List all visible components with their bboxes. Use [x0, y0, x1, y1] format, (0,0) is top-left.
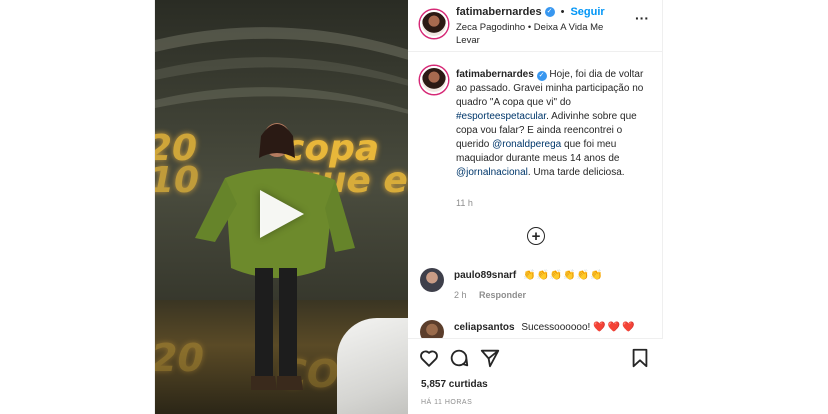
comment-emoji: ❤️❤️❤️ — [593, 322, 637, 333]
verified-badge-icon: ✓ — [536, 71, 547, 81]
comment-body: celiapsantos Sucessoooooo! ❤️❤️❤️ — [454, 322, 636, 333]
mention-link[interactable]: @jornalnacional — [456, 167, 528, 178]
post-timestamp: HÁ 11 HORAS — [421, 399, 473, 406]
username[interactable]: fatimabernardes — [456, 6, 542, 18]
separator-dot: • — [560, 6, 565, 18]
like-heart-icon[interactable] — [418, 347, 440, 369]
post-header: fatimabernardes ✓ • Seguir Zeca Pagodinh… — [408, 0, 663, 52]
hashtag-link[interactable]: #esporteespetacular — [456, 111, 546, 122]
load-more-comments-icon[interactable]: + — [527, 227, 545, 245]
post-details-panel: fatimabernardes ✓ • Seguir Zeca Pagodinh… — [408, 0, 663, 414]
comment-body: paulo89snarf 👏👏👏👏👏👏 — [454, 270, 604, 281]
presenter-figure — [195, 123, 355, 390]
comment-bubble-icon[interactable] — [448, 347, 470, 369]
caption-timestamp: 11 h — [456, 198, 473, 208]
save-bookmark-icon[interactable] — [629, 347, 651, 369]
avatar[interactable] — [420, 10, 448, 38]
comment-text: Sucessoooooo! — [521, 322, 591, 333]
share-paper-plane-icon[interactable] — [479, 347, 501, 369]
likes-count[interactable]: 5,857 curtidas — [421, 379, 488, 390]
avatar[interactable] — [420, 268, 444, 292]
comment-text: 👏👏👏👏👏👏 — [523, 270, 604, 281]
header-user-row: fatimabernardes ✓ • Seguir — [456, 6, 605, 18]
play-icon[interactable] — [260, 190, 304, 238]
avatar[interactable] — [420, 66, 448, 94]
post-video[interactable]: 20 copa 10 que eu v 20 CO — [155, 0, 408, 414]
reply-button[interactable]: Responder — [479, 290, 526, 300]
comment-time: 2 h — [454, 290, 467, 300]
caption-text: fatimabernardes ✓ Hoje, foi dia de volta… — [456, 68, 656, 180]
caption-body: . Uma tarde deliciosa. — [527, 167, 625, 178]
caption-username[interactable]: fatimabernardes — [456, 69, 534, 80]
comment-username[interactable]: paulo89snarf — [454, 270, 516, 281]
more-options-icon[interactable]: ··· — [635, 10, 649, 26]
instagram-post: 20 copa 10 que eu v 20 CO fatimabernarde… — [154, 0, 663, 414]
comment-username[interactable]: celiapsantos — [454, 322, 515, 333]
action-bar: 5,857 curtidas HÁ 11 HORAS — [408, 338, 663, 414]
verified-badge-icon: ✓ — [544, 7, 555, 17]
comment-meta: 2 h Responder — [454, 290, 526, 300]
mention-link[interactable]: @ronaldperega — [492, 139, 561, 150]
follow-button[interactable]: Seguir — [570, 6, 604, 18]
audio-track-link[interactable]: Zeca Pagodinho • Deixa A Vida Me Levar — [456, 21, 626, 47]
